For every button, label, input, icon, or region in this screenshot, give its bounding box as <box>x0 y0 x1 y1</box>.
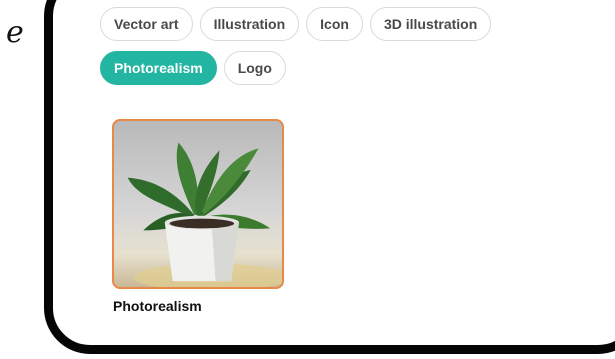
chip-photorealism[interactable]: Photorealism <box>100 51 217 85</box>
style-chip-row: Photorealism Logo <box>100 51 286 85</box>
chip-logo[interactable]: Logo <box>223 51 286 85</box>
style-chip-row: Vector art Illustration Icon 3D illustra… <box>100 7 492 41</box>
style-picker-panel: Vector art Illustration Icon 3D illustra… <box>100 7 615 345</box>
handwritten-annotation: e <box>6 15 24 50</box>
chip-icon[interactable]: Icon <box>306 7 363 41</box>
device-frame: Vector art Illustration Icon 3D illustra… <box>44 0 615 354</box>
chip-3d-illustration[interactable]: 3D illustration <box>369 7 492 41</box>
chip-vector-art[interactable]: Vector art <box>100 7 193 41</box>
preview-label: Photorealism <box>113 298 202 314</box>
style-preview-card[interactable] <box>112 119 284 289</box>
potted-plant-icon <box>127 142 282 287</box>
chip-illustration[interactable]: Illustration <box>199 7 300 41</box>
